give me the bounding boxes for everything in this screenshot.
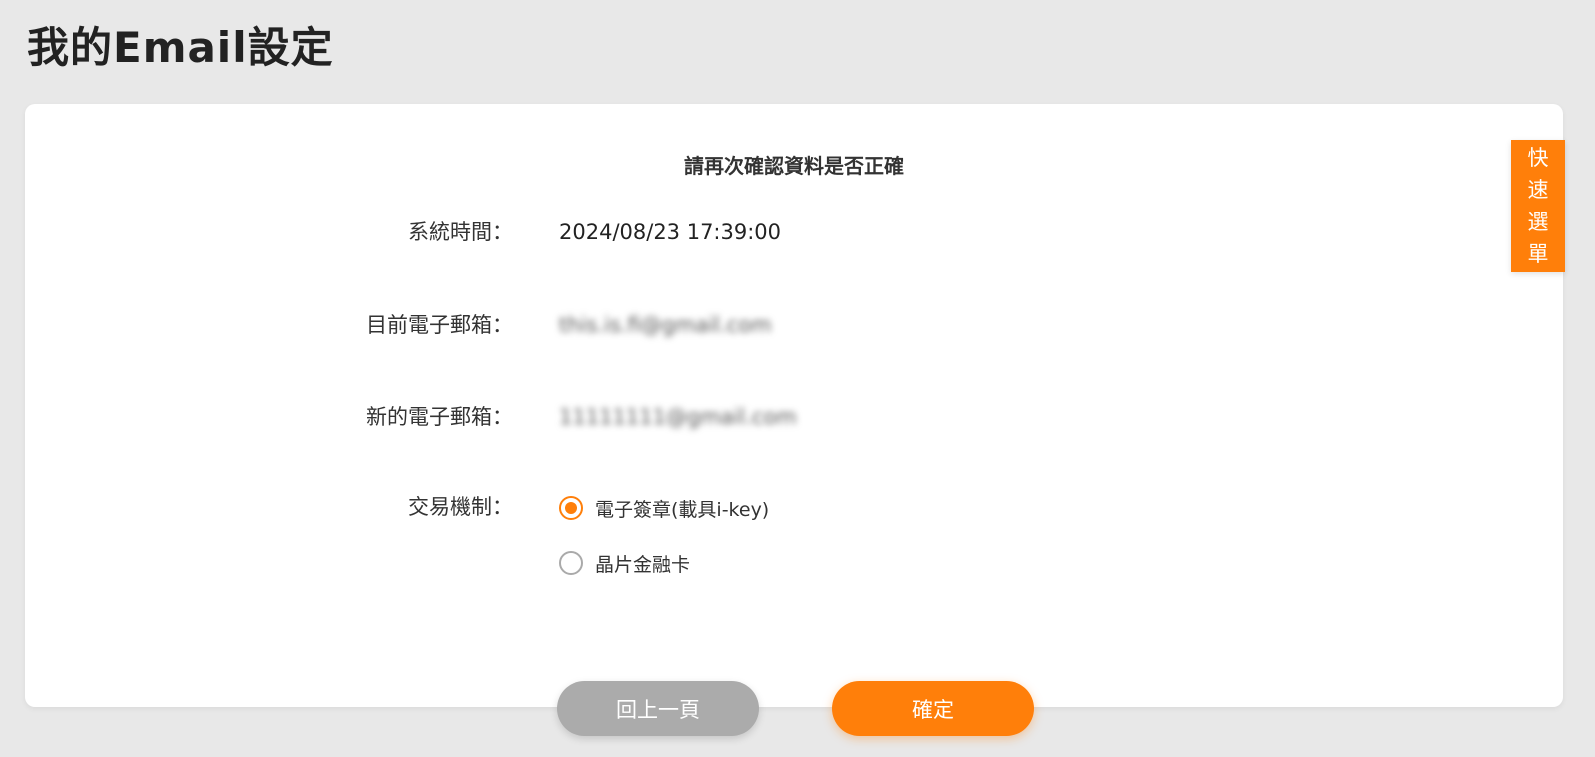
mechanism-row: 交易機制：: [25, 492, 1563, 522]
page-title: 我的Email設定: [27, 23, 334, 72]
radio-chip-card-unchecked-icon[interactable]: [559, 551, 583, 575]
quick-menu-tab[interactable]: 快 速 選 單: [1511, 140, 1565, 272]
system-time-label: 系統時間：: [408, 220, 513, 244]
new-email-value: 11111111@gmail.com: [559, 405, 797, 429]
radio-ikey-label: 電子簽章(載具i-key): [595, 498, 770, 521]
quick-menu-char: 快: [1527, 146, 1549, 170]
new-email-row: 新的電子郵箱： 11111111@gmail.com: [25, 402, 1563, 432]
radio-option-ikey[interactable]: 電子簽章(載具i-key): [559, 494, 769, 522]
system-time-value: 2024/08/23 17:39:00: [559, 220, 782, 244]
current-email-row: 目前電子郵箱： this.is.fi@gmail.com: [25, 310, 1563, 340]
current-email-value: this.is.fi@gmail.com: [559, 313, 772, 337]
quick-menu-char: 選: [1527, 210, 1549, 234]
confirmation-card: 請再次確認資料是否正確 系統時間： 2024/08/23 17:39:00 目前…: [25, 104, 1563, 707]
current-email-label: 目前電子郵箱：: [366, 313, 513, 337]
confirm-button[interactable]: 確定: [832, 681, 1034, 736]
radio-ikey-checked-icon[interactable]: [559, 496, 583, 520]
back-button[interactable]: 回上一頁: [557, 681, 759, 736]
quick-menu-char: 速: [1527, 178, 1549, 202]
new-email-label: 新的電子郵箱：: [366, 405, 513, 429]
system-time-row: 系統時間： 2024/08/23 17:39:00: [25, 217, 1563, 247]
quick-menu-char: 單: [1527, 242, 1549, 266]
radio-chip-card-label: 晶片金融卡: [595, 553, 691, 576]
confirm-heading: 請再次確認資料是否正確: [684, 154, 904, 178]
radio-option-chip-card[interactable]: 晶片金融卡: [559, 549, 690, 577]
mechanism-label: 交易機制：: [408, 495, 513, 519]
